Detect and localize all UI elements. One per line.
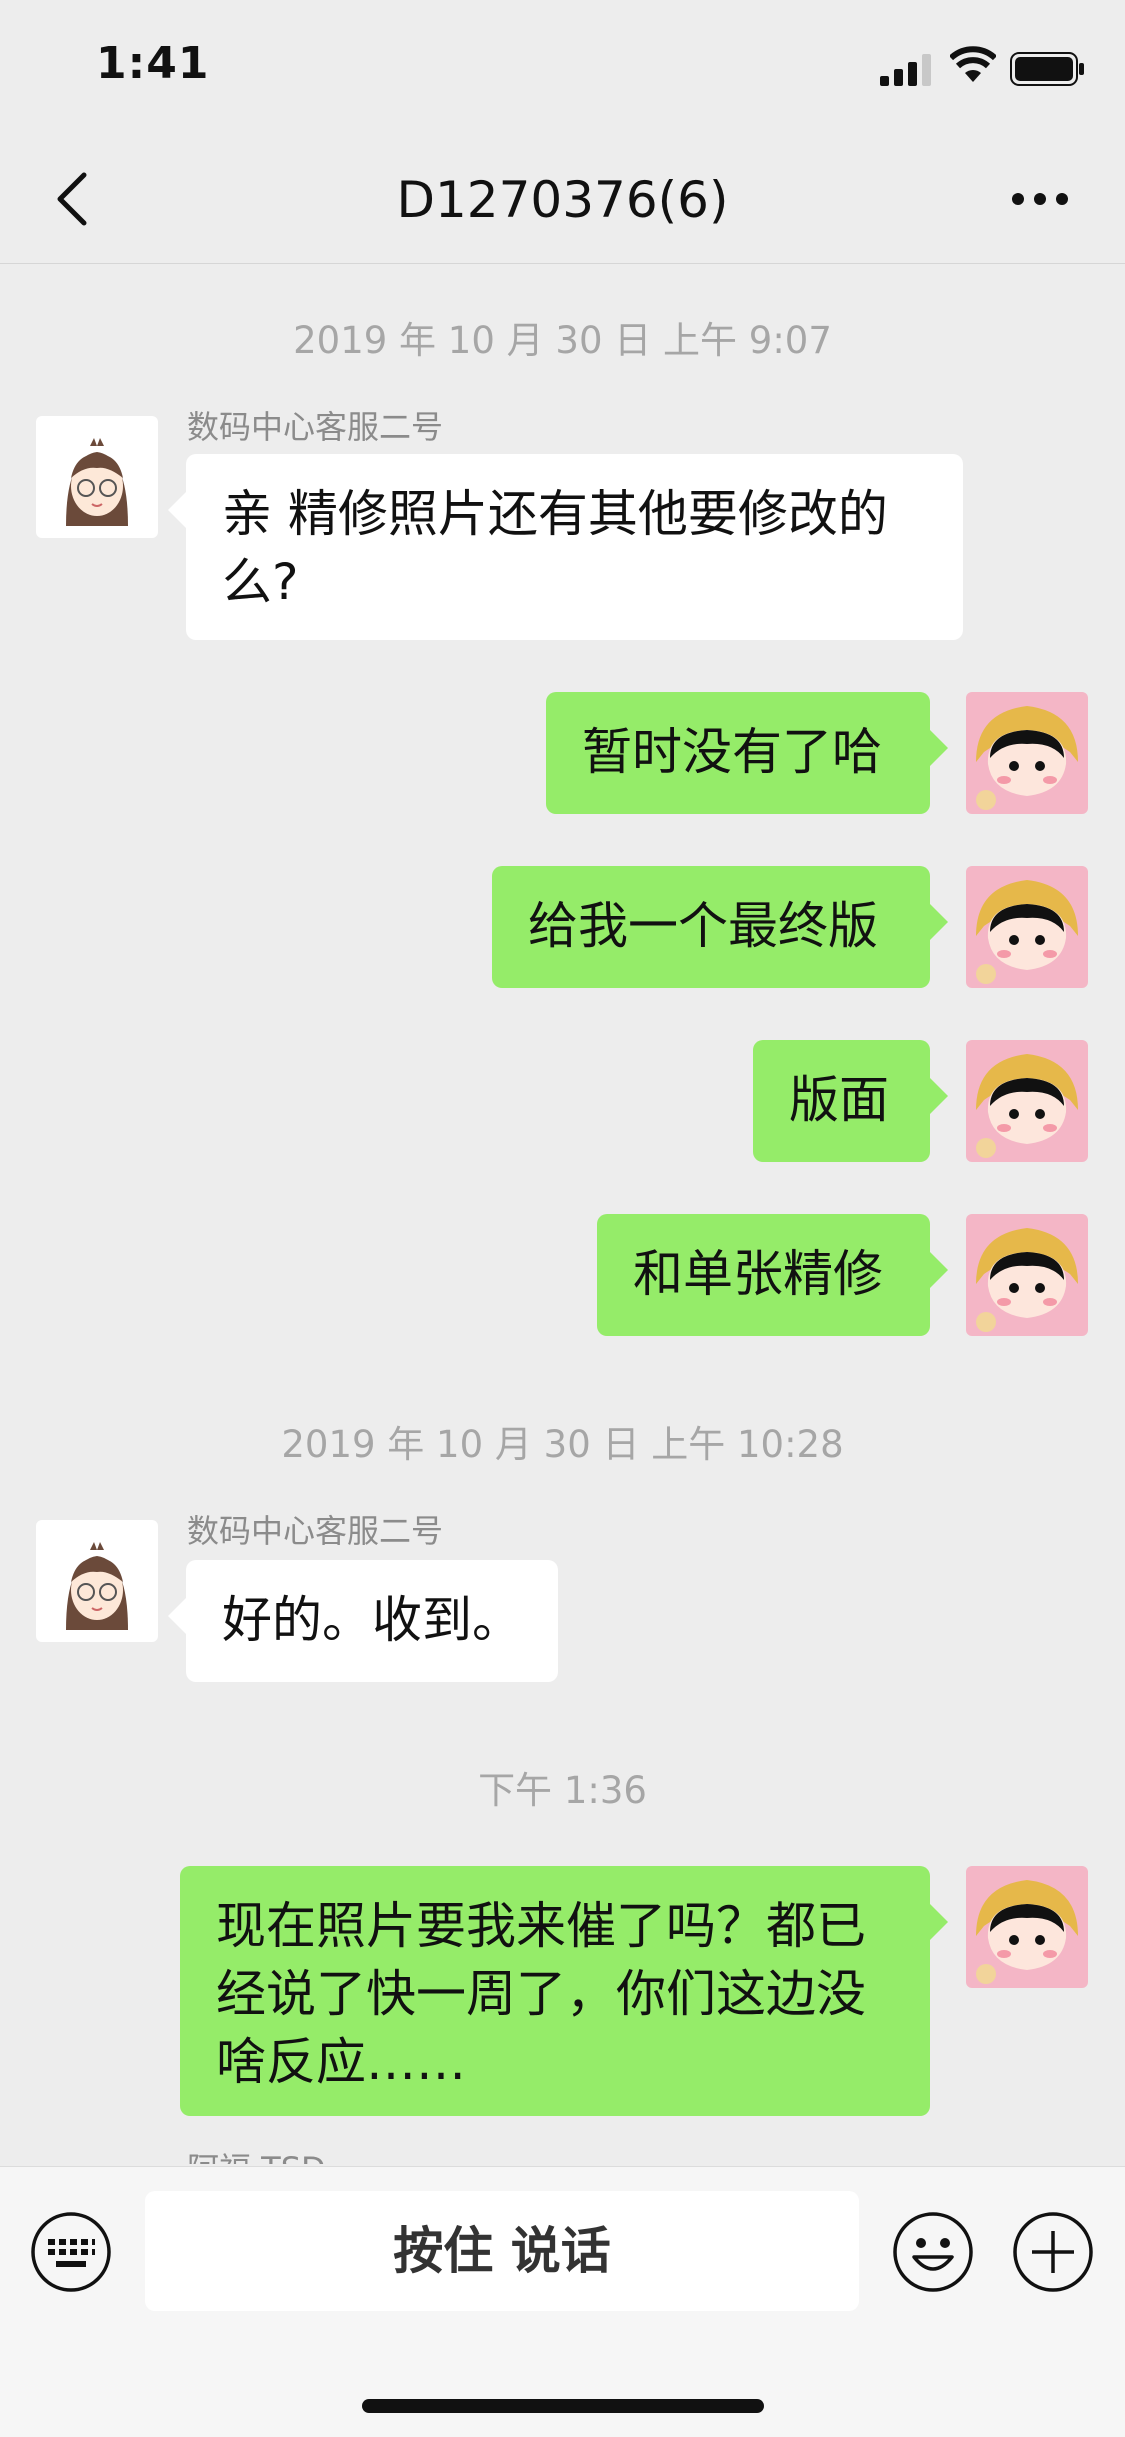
avatar-self[interactable] xyxy=(966,692,1088,814)
message-text: 暂时没有了哈 xyxy=(582,723,882,781)
emoji-icon[interactable] xyxy=(892,2211,974,2293)
message-text: 亲 精修照片还有其他要修改的 xyxy=(222,485,888,543)
message-bubble-outgoing[interactable]: 现在照片要我来催了吗？都已 经说了快一周了，你们这边没 啥反应…… xyxy=(180,1866,948,2116)
message-bubble[interactable]: 好的。收到。 xyxy=(168,1560,558,1682)
message-text: 版面 xyxy=(789,1071,889,1129)
sender-name: 数码中心客服二号 xyxy=(187,408,444,446)
home-indicator[interactable] xyxy=(362,2399,764,2413)
nav-bar: D1270376(6) xyxy=(0,135,1125,264)
timestamp: 2019 年 10 月 30 日 上午 9:07 xyxy=(293,319,832,362)
keyboard-icon[interactable] xyxy=(30,2211,112,2293)
battery-icon xyxy=(1010,52,1084,86)
hold-to-talk-button[interactable]: 按住 说话 xyxy=(145,2191,859,2311)
chat-area[interactable]: 2019 年 10 月 30 日 上午 9:07 数码中心客服二号 亲 精修照片… xyxy=(0,264,1125,2164)
avatar-self[interactable] xyxy=(966,866,1088,988)
message-text: 么? xyxy=(222,553,299,611)
status-time: 1:41 xyxy=(96,38,210,89)
message-text: 好的。收到。 xyxy=(222,1591,522,1649)
avatar-self[interactable] xyxy=(966,1866,1088,1988)
more-icon[interactable] xyxy=(1010,175,1070,223)
chat-title: D1270376(6) xyxy=(396,171,729,229)
message-text: 经说了快一周了，你们这边没 xyxy=(216,1965,866,2023)
timestamp: 2019 年 10 月 30 日 上午 10:28 xyxy=(281,1423,844,1466)
timestamp: 下午 1:36 xyxy=(478,1769,647,1812)
avatar-self[interactable] xyxy=(966,1214,1088,1336)
message-bubble-outgoing[interactable]: 暂时没有了哈 xyxy=(546,692,948,814)
message-text: 现在照片要我来催了吗？都已 xyxy=(216,1897,866,1955)
signal-icon xyxy=(880,54,931,86)
sender-name-partial: 阿福 TSD xyxy=(187,2144,326,2164)
message-bubble-outgoing[interactable]: 版面 xyxy=(753,1040,948,1162)
avatar-self[interactable] xyxy=(966,1040,1088,1162)
avatar-customer-service[interactable] xyxy=(36,416,158,538)
message-bubble-outgoing[interactable]: 给我一个最终版 xyxy=(492,866,948,988)
status-bar: 1:41 xyxy=(0,0,1125,135)
message-bubble[interactable]: 亲 精修照片还有其他要修改的 么? xyxy=(168,454,963,640)
message-text: 和单张精修 xyxy=(633,1245,883,1303)
plus-icon[interactable] xyxy=(1012,2211,1094,2293)
wifi-icon xyxy=(950,46,996,82)
avatar-customer-service[interactable] xyxy=(36,1520,158,1642)
message-text: 啥反应…… xyxy=(216,2033,466,2091)
message-text: 给我一个最终版 xyxy=(528,897,878,955)
message-bubble-outgoing[interactable]: 和单张精修 xyxy=(597,1214,948,1336)
input-bar: 按住 说话 xyxy=(0,2166,1125,2437)
sender-name: 数码中心客服二号 xyxy=(187,1512,444,1550)
